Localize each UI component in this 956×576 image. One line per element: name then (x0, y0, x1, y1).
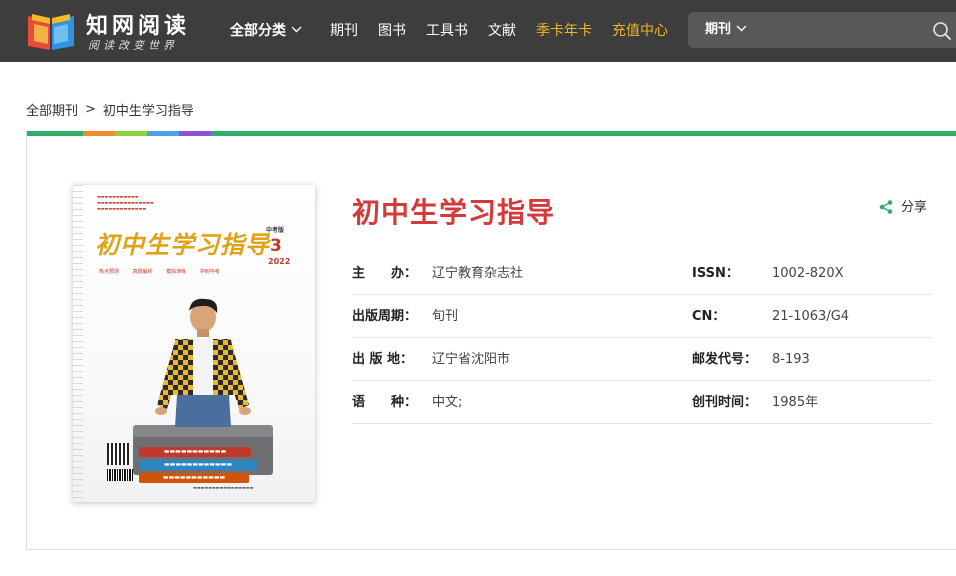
nav-all-categories[interactable]: 全部分类 (230, 0, 302, 62)
cover-year: 2022 (268, 257, 291, 266)
info-value-language: 中文; (432, 395, 463, 410)
cover-banner: ▬▬▬▬▬▬▬▬▬▬▬ (139, 447, 251, 457)
breadcrumb-separator: > (85, 102, 96, 117)
nav-books[interactable]: 图书 (378, 0, 406, 62)
accent-bar-segment-lime (115, 131, 147, 136)
cover-fine-print: ▬▬▬▬▬▬▬▬▬▬▬▬▬ (97, 206, 147, 211)
breadcrumb-root[interactable]: 全部期刊 (26, 104, 78, 119)
cover-footer-print: ▬▬▬▬▬▬▬▬▬▬▬▬▬▬▬▬ (193, 485, 254, 490)
cover-tags: 热点预测 真题解析 模拟演练 冲刺中考 (99, 269, 220, 275)
breadcrumb-current: 初中生学习指导 (102, 104, 194, 119)
info-label-postal-code: 邮发代号： (692, 352, 758, 367)
info-label-sponsor: 主 办： (352, 266, 418, 281)
share-icon (879, 199, 893, 214)
info-row: 语 种： 中文; 创刊时间： 1985年 (352, 381, 932, 424)
info-label-issn: ISSN： (692, 266, 739, 281)
info-value-sponsor: 辽宁教育杂志社 (432, 266, 524, 281)
cover-banner: ▬▬▬▬▬▬▬▬▬▬▬▬ (139, 460, 257, 470)
cover-issue-number: 3 (270, 236, 282, 256)
nav-journals[interactable]: 期刊 (330, 0, 358, 62)
chevron-down-icon (736, 25, 747, 31)
open-book-icon (28, 14, 74, 50)
info-value-cn: 21-1063/G4 (772, 309, 850, 324)
cover-title: 初中生学习指导 (95, 230, 270, 259)
share-button[interactable]: 分享 (879, 199, 927, 217)
search-type-label: 期刊 (705, 22, 732, 37)
cover-barcode (107, 469, 133, 481)
info-label-cn: CN： (692, 309, 726, 324)
info-row: 主 办： 辽宁教育杂志社 ISSN： 1002-820X (352, 252, 932, 295)
nav-reference-books[interactable]: 工具书 (426, 0, 468, 62)
info-value-issn: 1002-820X (772, 266, 844, 281)
nav-recharge-center[interactable]: 充值中心 (612, 0, 668, 62)
cover-fine-print: ▬▬▬▬▬▬▬▬▬▬▬▬▬▬▬ (97, 200, 154, 205)
search-icon[interactable] (932, 21, 952, 41)
cover-fine-print: ▬▬▬▬▬▬▬▬▬▬▬ (97, 194, 139, 199)
journal-cover-image[interactable]: ▬▬▬▬▬▬▬▬▬▬▬ ▬▬▬▬▬▬▬▬▬▬▬▬▬▬▬ ▬▬▬▬▬▬▬▬▬▬▬▬… (73, 185, 315, 502)
cover-qr-code (107, 443, 129, 465)
logo-title: 知网阅读 (86, 13, 191, 39)
search-type-select[interactable]: 期刊 (705, 12, 747, 48)
cover-banner: ▬▬▬▬▬▬▬▬▬▬▬ (139, 473, 249, 483)
accent-bar-segment-orange (83, 131, 115, 136)
journal-title: 初中生学习指导 (352, 196, 556, 229)
chevron-down-icon (291, 26, 302, 33)
info-value-location: 辽宁省沈阳市 (432, 352, 511, 367)
info-row: 出版周期： 旬刊 CN： 21-1063/G4 (352, 295, 932, 338)
info-label-frequency: 出版周期： (352, 309, 418, 324)
accent-bar-segment-purple (179, 131, 211, 136)
cover-edition: 中考版 (266, 227, 285, 234)
journal-detail-card: ▬▬▬▬▬▬▬▬▬▬▬ ▬▬▬▬▬▬▬▬▬▬▬▬▬▬▬ ▬▬▬▬▬▬▬▬▬▬▬▬… (26, 131, 956, 550)
search-box: 期刊 (688, 12, 956, 48)
cover-ruler-decoration (73, 185, 83, 502)
logo-slogan: 阅读改变世界 (88, 39, 178, 52)
info-label-founded: 创刊时间： (692, 395, 758, 410)
search-input[interactable] (768, 18, 918, 42)
accent-bar-segment-blue (147, 131, 179, 136)
info-value-postal-code: 8-193 (772, 352, 810, 367)
info-value-frequency: 旬刊 (432, 309, 459, 324)
info-label-language: 语 种： (352, 395, 418, 410)
breadcrumb: 全部期刊 > 初中生学习指导 (26, 100, 194, 119)
nav-all-categories-label: 全部分类 (230, 23, 286, 39)
share-label: 分享 (901, 200, 928, 215)
info-value-founded: 1985年 (772, 395, 819, 410)
nav-literature[interactable]: 文献 (488, 0, 516, 62)
info-row: 出 版 地： 辽宁省沈阳市 邮发代号： 8-193 (352, 338, 932, 381)
nav-season-year-card[interactable]: 季卡年卡 (536, 0, 592, 62)
top-navigation-bar: 知网阅读 阅读改变世界 全部分类 期刊 图书 工具书 文献 季卡年卡 充值中心 … (0, 0, 956, 62)
zhiwang-logo[interactable]: 知网阅读 阅读改变世界 (24, 8, 194, 54)
info-label-location: 出 版 地： (352, 352, 414, 367)
